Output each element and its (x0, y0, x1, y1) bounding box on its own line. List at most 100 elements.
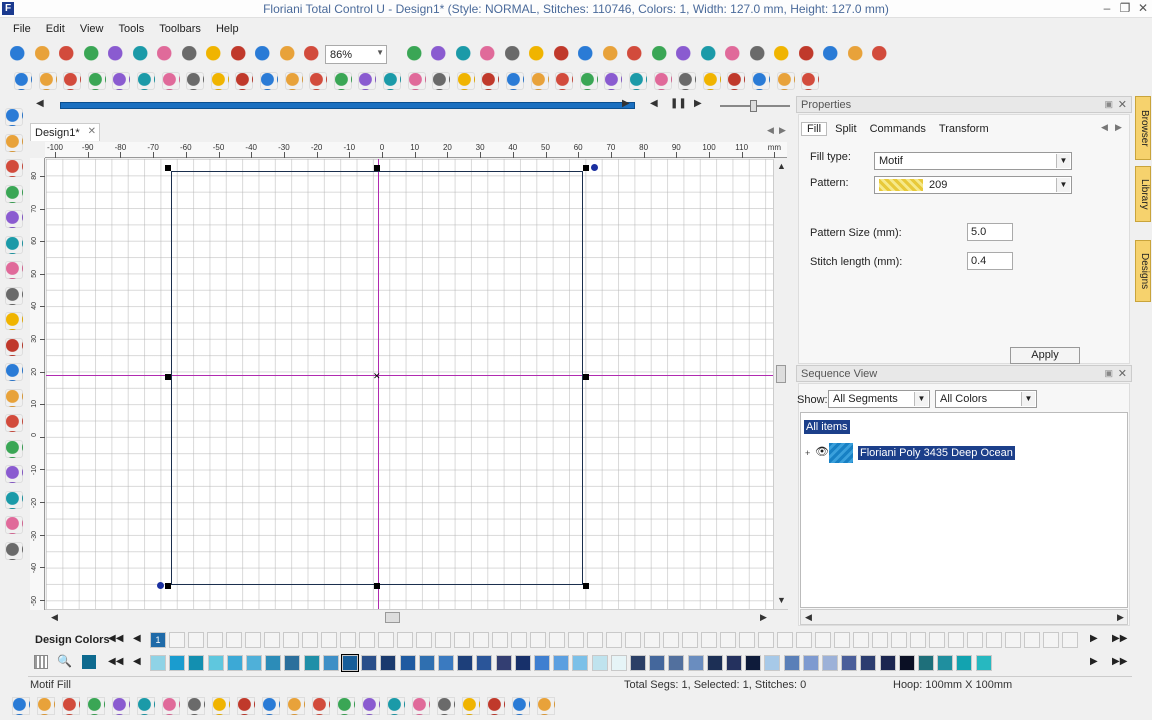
design-color-slot[interactable] (397, 632, 413, 648)
thread-color-swatch[interactable] (975, 655, 992, 671)
design-color-slot[interactable] (777, 632, 793, 648)
sequence-tree[interactable]: All items + 👁 Floriani Poly 3435 Deep Oc… (800, 412, 1128, 608)
curve-icon[interactable] (529, 46, 547, 64)
thread-color-swatch[interactable] (476, 655, 493, 671)
design-color-slot[interactable] (1062, 632, 1078, 648)
scroll-up-icon[interactable]: ▲ (777, 161, 786, 171)
grid-icon[interactable] (255, 46, 273, 64)
design-color-slot[interactable] (948, 632, 964, 648)
thread-color-swatch[interactable] (322, 655, 339, 671)
zigzag3-icon[interactable] (412, 697, 430, 715)
motif-fill-icon[interactable] (287, 697, 305, 715)
vertical-scrollbar[interactable]: ▲ ▼ (773, 159, 788, 609)
thread-color-swatch[interactable] (457, 655, 474, 671)
resize-icon[interactable] (456, 72, 475, 90)
design-color-slot[interactable] (283, 632, 299, 648)
save-icon[interactable] (59, 46, 77, 64)
thread-color-swatch[interactable] (668, 655, 685, 671)
thread-color-swatch[interactable] (150, 655, 166, 671)
dots-icon[interactable] (602, 46, 621, 64)
thread-color-swatch[interactable] (918, 655, 934, 671)
tab-next-icon[interactable]: ▶ (779, 125, 786, 136)
wave-line-icon[interactable] (337, 697, 355, 715)
zigzag2-icon[interactable] (387, 697, 405, 715)
connect-icon[interactable] (5, 439, 23, 458)
thread-color-swatch[interactable] (188, 655, 205, 671)
align-icon[interactable] (407, 72, 426, 90)
design-color-slot[interactable] (416, 632, 432, 648)
thread-color-swatch[interactable] (879, 655, 896, 671)
grass-icon[interactable] (462, 697, 480, 715)
play-back-icon[interactable]: ◀ (36, 98, 44, 109)
settings-icon[interactable] (279, 46, 298, 64)
thread-color-swatch[interactable] (591, 655, 608, 671)
thread-color-swatch[interactable] (534, 655, 550, 671)
monogram-icon[interactable] (847, 46, 866, 64)
design-color-slot[interactable] (967, 632, 983, 648)
satin-icon[interactable] (37, 697, 55, 715)
pin-icon[interactable]: ▣ (1104, 99, 1113, 110)
thread-color-swatch[interactable] (649, 655, 666, 671)
scroll-left-icon[interactable]: ◀ (51, 612, 58, 623)
handle-bottom-left[interactable] (165, 583, 171, 589)
zoom-select[interactable]: 86% ▼ (325, 45, 387, 64)
design-color-slot[interactable] (530, 632, 546, 648)
current-thread-swatch[interactable] (82, 655, 96, 669)
tab-prev-icon[interactable]: ◀ (1101, 122, 1108, 133)
expand-icon[interactable]: + (805, 448, 810, 458)
flip-h-icon[interactable] (555, 72, 574, 90)
order-icon[interactable] (776, 72, 795, 90)
last-color-icon[interactable]: ▶▶ (1112, 633, 1127, 644)
rotate-right-icon[interactable] (629, 72, 647, 90)
design-color-slot[interactable] (264, 632, 280, 648)
tree-item-color[interactable]: Floriani Poly 3435 Deep Ocean (858, 446, 1015, 460)
thread-color-swatch[interactable] (341, 654, 359, 672)
radial-icon[interactable] (162, 697, 180, 715)
design-color-slot[interactable] (245, 632, 261, 648)
f-icon[interactable] (304, 46, 322, 64)
speed-slider[interactable] (720, 100, 790, 112)
menu-tools[interactable]: Tools (113, 20, 151, 38)
pin-icon[interactable]: ▣ (1104, 368, 1113, 379)
design-color-slot[interactable] (986, 632, 1002, 648)
palette-search-icon[interactable]: 🔍 (57, 654, 72, 668)
next-color-icon[interactable]: ▶ (1090, 633, 1098, 644)
grid-tool-icon[interactable] (5, 337, 23, 356)
design-color-slot[interactable] (1043, 632, 1059, 648)
print-icon[interactable] (108, 46, 126, 64)
colors-filter-select[interactable]: All Colors ▼ (935, 390, 1037, 408)
new-file-icon[interactable] (10, 46, 28, 64)
redo-icon[interactable] (230, 46, 249, 64)
handle-bottom-center[interactable] (374, 583, 380, 589)
pencil-icon[interactable] (5, 286, 23, 305)
thread-color-swatch[interactable] (706, 655, 723, 671)
circle-color-icon[interactable] (309, 72, 328, 90)
group-icon[interactable] (432, 72, 451, 90)
design-color-slot[interactable] (739, 632, 755, 648)
user-icon[interactable] (872, 46, 890, 64)
pattern-select[interactable]: 209 ▼ (874, 176, 1072, 194)
design-color-slot[interactable] (169, 632, 185, 648)
motif-star-icon[interactable] (237, 697, 255, 715)
pause-icon[interactable]: ❚❚ (670, 98, 687, 109)
eye-icon[interactable]: 👁 (815, 445, 829, 458)
line-icon[interactable] (480, 46, 498, 64)
applique-icon[interactable] (700, 46, 719, 64)
cut-icon[interactable] (132, 46, 151, 64)
monogram-text-icon[interactable] (63, 72, 82, 90)
thread-color-swatch[interactable] (226, 655, 243, 671)
tab-commands[interactable]: Commands (865, 123, 931, 135)
design-color-slot[interactable] (587, 632, 603, 648)
design-canvas[interactable]: ✕ (46, 159, 773, 609)
split-icon[interactable] (210, 72, 229, 90)
thread-color-swatch[interactable] (860, 655, 877, 671)
pen-icon[interactable] (455, 46, 474, 64)
thread-color-swatch[interactable] (246, 655, 262, 671)
tab-transform[interactable]: Transform (934, 123, 994, 135)
open-folder-icon[interactable] (34, 46, 53, 64)
close-button[interactable]: ✕ (1134, 1, 1152, 16)
thread-color-swatch[interactable] (399, 655, 416, 671)
color-icon[interactable] (749, 46, 768, 64)
thread-color-swatch[interactable] (937, 655, 954, 671)
design-color-slot[interactable] (758, 632, 774, 648)
